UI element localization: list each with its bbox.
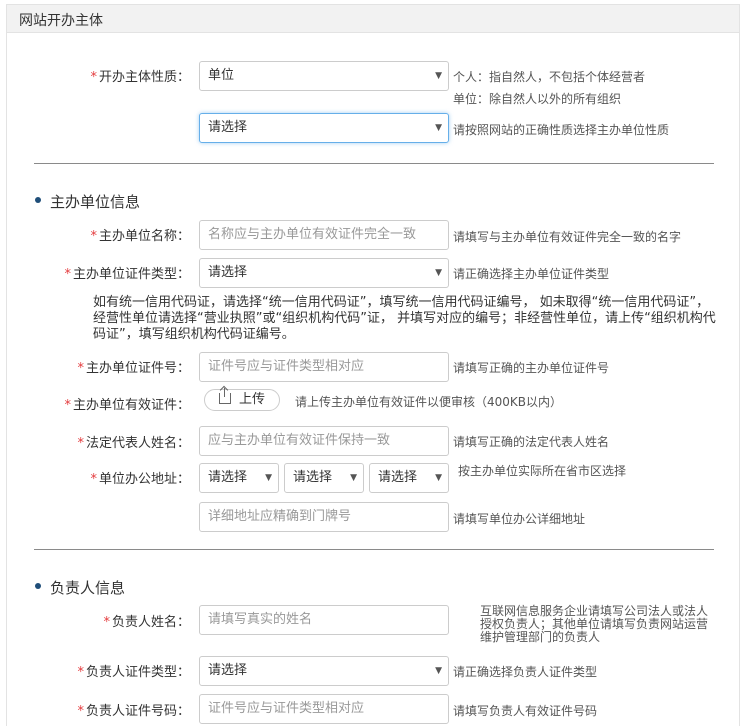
chevron-down-icon: ▼	[435, 123, 442, 133]
person-cert-type-select[interactable]: 请选择 ▼	[199, 656, 449, 686]
org-nature-select[interactable]: 请选择 ▼	[199, 113, 449, 143]
upload-button[interactable]: 上传	[204, 388, 281, 411]
org-cert-type-hint: 请正确选择主办单位证件类型	[453, 267, 610, 281]
legal-rep-hint: 请填写正确的法定代表人姓名	[453, 435, 610, 449]
chevron-down-icon: ▼	[435, 268, 442, 278]
org-name-input[interactable]: 名称应与主办单位有效证件完全一致	[199, 220, 449, 250]
legal-rep-input[interactable]: 应与主办单位有效证件保持一致	[199, 426, 449, 456]
section-title-org: 主办单位信息	[50, 193, 141, 211]
legal-rep-label: * 法定代表人姓名：	[77, 436, 190, 451]
chevron-down-icon: ▼	[435, 71, 442, 81]
cert-instructions: 如有统一信用代码证，请选择“统一信用代码证”，填写统一信用代码证编号， 如未取得…	[93, 295, 716, 342]
required-mark: *	[90, 70, 97, 85]
address-hint: 按主办单位实际所在省市区选择	[458, 464, 627, 478]
person-cert-no-label: * 负责人证件号码：	[77, 704, 190, 719]
address-detail-hint: 请填写单位办公详细地址	[453, 512, 586, 526]
org-name-label: * 主办单位名称：	[90, 229, 190, 244]
panel-title: 网站开办主体	[19, 13, 103, 29]
org-cert-no-input[interactable]: 证件号应与证件类型相对应	[199, 352, 449, 382]
org-nature-hint: 请按照网站的正确性质选择主办单位性质	[453, 123, 670, 137]
section-title-person: 负责人信息	[50, 579, 126, 597]
divider	[34, 163, 714, 164]
person-cert-no-hint: 请填写负责人有效证件号码	[453, 704, 598, 718]
person-cert-no-input[interactable]: 证件号应与证件类型相对应	[199, 694, 449, 724]
chevron-down-icon: ▼	[265, 473, 272, 483]
divider	[34, 549, 714, 550]
bullet-icon	[35, 197, 41, 203]
address-detail-input[interactable]: 详细地址应精确到门牌号	[199, 502, 449, 532]
person-name-hint-3: 维护管理部门的负责人	[480, 630, 601, 644]
address-label: * 单位办公地址：	[90, 472, 190, 487]
nature-hint-person: 个人：指自然人，不包括个体经营者	[453, 70, 646, 84]
chevron-down-icon: ▼	[435, 666, 442, 676]
province-select[interactable]: 请选择 ▼	[199, 463, 279, 493]
city-select[interactable]: 请选择 ▼	[284, 463, 364, 493]
org-cert-no-hint: 请填写正确的主办单位证件号	[453, 361, 610, 375]
person-name-input[interactable]: 请填写真实的姓名	[199, 605, 449, 635]
nature-select[interactable]: 单位 ▼	[199, 61, 449, 91]
org-cert-file-hint: 请上传主办单位有效证件以便审核（400KB以内）	[295, 395, 563, 409]
chevron-down-icon: ▼	[435, 473, 442, 483]
panel-header: 网站开办主体	[7, 5, 739, 33]
org-name-hint: 请填写与主办单位有效证件完全一致的名字	[453, 230, 682, 244]
district-select[interactable]: 请选择 ▼	[369, 463, 449, 493]
person-cert-type-label: * 负责人证件类型：	[77, 665, 190, 680]
nature-label: * 开办主体性质：	[90, 70, 190, 85]
org-cert-file-label: * 主办单位有效证件：	[64, 398, 190, 413]
chevron-down-icon: ▼	[350, 473, 357, 483]
org-cert-type-select[interactable]: 请选择 ▼	[199, 258, 449, 288]
bullet-icon	[35, 583, 41, 589]
nature-hint-org: 单位：除自然人以外的所有组织	[453, 92, 622, 106]
org-cert-no-label: * 主办单位证件号：	[77, 361, 190, 376]
person-cert-type-hint: 请正确选择负责人证件类型	[453, 665, 598, 679]
org-cert-type-label: * 主办单位证件类型：	[64, 267, 190, 282]
person-name-label: * 负责人姓名：	[103, 615, 190, 630]
upload-icon	[219, 388, 231, 404]
